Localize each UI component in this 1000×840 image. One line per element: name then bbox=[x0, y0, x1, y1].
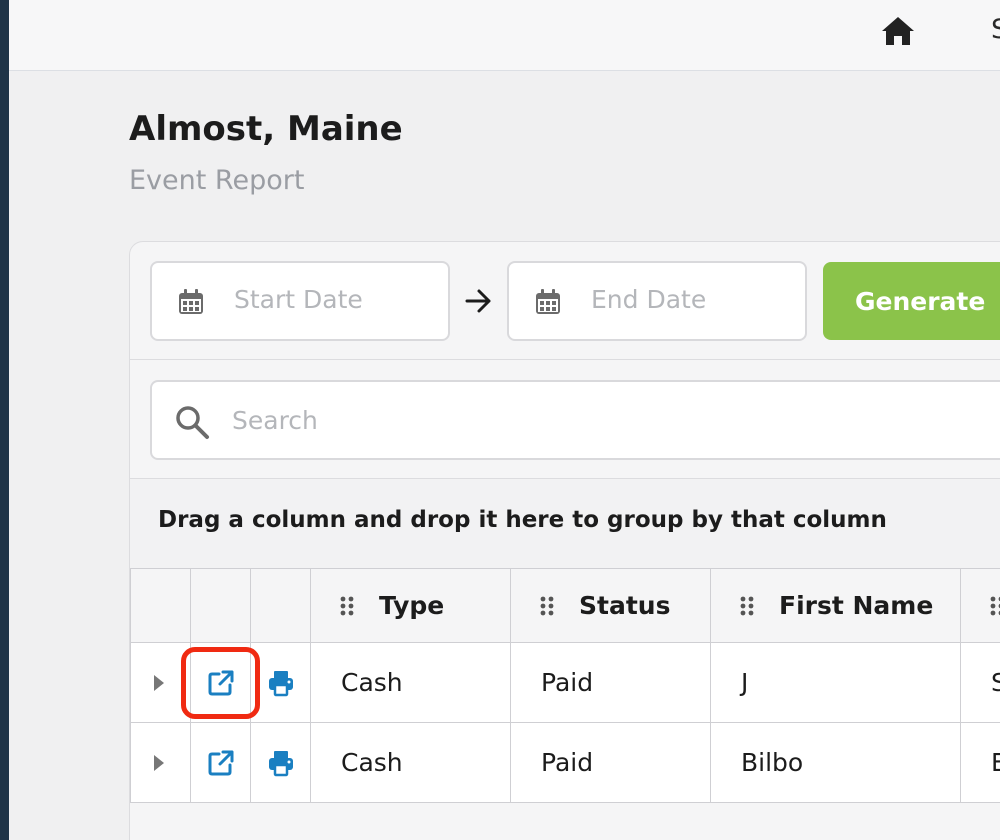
cell-first-name: Bilbo bbox=[710, 722, 961, 803]
expand-cell[interactable] bbox=[130, 642, 191, 723]
window-edge bbox=[0, 0, 9, 840]
search-icon bbox=[176, 406, 209, 439]
report-card: Start Date End Date Generate Drag a col bbox=[129, 241, 1000, 840]
cell-next: S bbox=[960, 642, 1000, 723]
calendar-icon bbox=[536, 289, 560, 314]
cell-status: Paid bbox=[510, 722, 711, 803]
expand-cell[interactable] bbox=[130, 722, 191, 803]
end-date-placeholder: End Date bbox=[591, 285, 707, 314]
column-header-next[interactable] bbox=[960, 568, 1000, 643]
cell-first-name: J bbox=[710, 642, 961, 723]
print-icon[interactable] bbox=[267, 749, 295, 777]
open-cell[interactable] bbox=[190, 642, 251, 723]
report-table: Type Status First Name Cash Paid J Cash … bbox=[130, 568, 1000, 803]
external-link-icon[interactable] bbox=[207, 669, 235, 697]
cell-next: E bbox=[960, 722, 1000, 803]
drag-handle-icon[interactable] bbox=[989, 595, 1000, 617]
start-date-field[interactable]: Start Date bbox=[150, 261, 450, 341]
cell-type: Cash bbox=[310, 722, 511, 803]
external-link-icon[interactable] bbox=[207, 749, 235, 777]
table-row[interactable]: Cash Paid J S bbox=[130, 642, 1000, 723]
print-icon[interactable] bbox=[267, 669, 295, 697]
column-header-type[interactable]: Type bbox=[310, 568, 511, 643]
home-icon[interactable] bbox=[881, 16, 915, 46]
drag-handle-icon[interactable] bbox=[739, 595, 755, 617]
end-date-field[interactable]: End Date bbox=[507, 261, 807, 341]
header-expand-col bbox=[130, 568, 191, 643]
calendar-icon bbox=[179, 289, 203, 314]
group-by-hint: Drag a column and drop it here to group … bbox=[158, 507, 887, 533]
expand-caret-icon[interactable] bbox=[153, 674, 165, 692]
generate-button[interactable]: Generate bbox=[823, 262, 1000, 340]
group-by-panel[interactable]: Drag a column and drop it here to group … bbox=[130, 479, 1000, 568]
header-open-col bbox=[190, 568, 251, 643]
top-navbar: S bbox=[9, 0, 1000, 71]
search-box[interactable] bbox=[150, 380, 1000, 460]
search-input[interactable] bbox=[232, 398, 932, 442]
arrow-right-icon bbox=[465, 289, 491, 313]
divider bbox=[130, 359, 1000, 360]
header-print-col bbox=[250, 568, 311, 643]
column-header-label: Status bbox=[579, 591, 671, 620]
table-row[interactable]: Cash Paid Bilbo E bbox=[130, 722, 1000, 803]
print-cell[interactable] bbox=[250, 642, 311, 723]
table-header-row: Type Status First Name bbox=[130, 568, 1000, 643]
nav-item-partial[interactable]: S bbox=[991, 14, 1000, 45]
cell-status: Paid bbox=[510, 642, 711, 723]
column-header-first-name[interactable]: First Name bbox=[710, 568, 961, 643]
page-subtitle: Event Report bbox=[129, 165, 305, 196]
column-header-status[interactable]: Status bbox=[510, 568, 711, 643]
page-title: Almost, Maine bbox=[129, 109, 403, 149]
drag-handle-icon[interactable] bbox=[539, 595, 555, 617]
drag-handle-icon[interactable] bbox=[339, 595, 355, 617]
column-header-label: First Name bbox=[779, 591, 934, 620]
expand-caret-icon[interactable] bbox=[153, 754, 165, 772]
cell-type: Cash bbox=[310, 642, 511, 723]
start-date-placeholder: Start Date bbox=[234, 285, 363, 314]
print-cell[interactable] bbox=[250, 722, 311, 803]
column-header-label: Type bbox=[379, 591, 445, 620]
open-cell[interactable] bbox=[190, 722, 251, 803]
